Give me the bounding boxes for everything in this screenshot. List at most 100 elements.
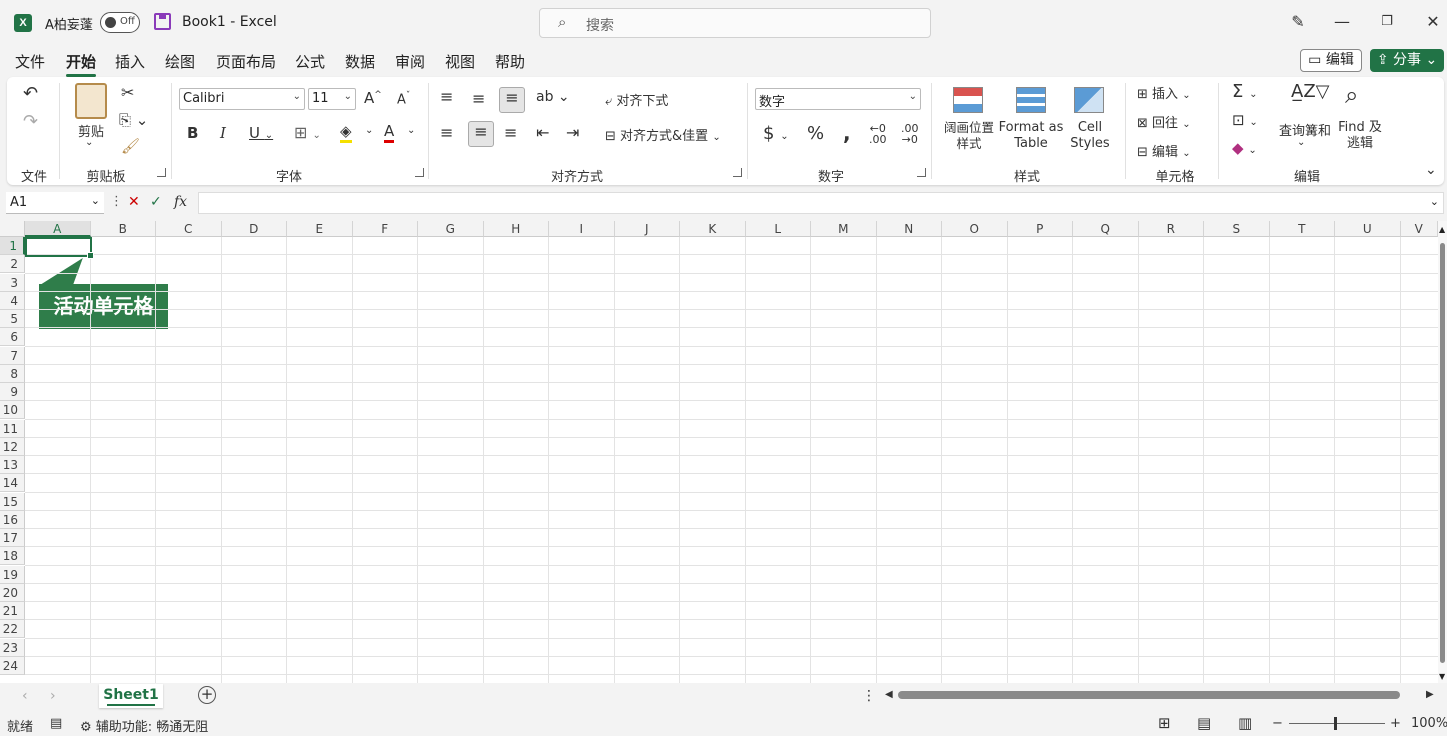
font-name-select[interactable]: Calibri ⌄ xyxy=(179,88,305,110)
macro-record-icon[interactable]: ▤ xyxy=(50,716,62,731)
row-header[interactable]: 23 xyxy=(0,638,25,657)
save-icon[interactable] xyxy=(154,13,171,30)
editing-mode-button[interactable]: ▭ 编辑 xyxy=(1300,49,1362,72)
column-header[interactable]: P xyxy=(1007,221,1073,237)
number-format-select[interactable]: 数字 ⌄ xyxy=(755,88,921,110)
orientation-icon[interactable]: ab ⌄ xyxy=(536,89,570,105)
select-all-corner[interactable] xyxy=(0,221,25,237)
insert-cells-button[interactable]: ⊞ 插入 ⌄ xyxy=(1137,83,1191,102)
copy-icon[interactable]: ⎘ ⌄ xyxy=(119,111,148,129)
delete-cells-button[interactable]: ⊠ 回往 ⌄ xyxy=(1137,112,1191,131)
horizontal-scroll-thumb[interactable] xyxy=(898,691,1400,699)
column-header[interactable]: V xyxy=(1400,221,1438,237)
tab-data[interactable]: 数据 xyxy=(345,51,375,72)
row-header[interactable]: 3 xyxy=(0,273,25,292)
row-header[interactable]: 18 xyxy=(0,547,25,566)
align-center-icon[interactable]: ≡ xyxy=(468,121,494,147)
accounting-format-icon[interactable]: $ ⌄ xyxy=(763,123,789,144)
format-as-table-label[interactable]: Format as Table xyxy=(998,120,1064,152)
row-header[interactable]: 19 xyxy=(0,565,25,584)
more-options-icon[interactable]: ⋮ xyxy=(862,688,876,704)
next-sheet-icon[interactable]: › xyxy=(50,688,56,704)
format-painter-icon[interactable]: 🖌 xyxy=(121,137,140,155)
row-header[interactable]: 13 xyxy=(0,456,25,474)
format-cells-button[interactable]: ⊟ 编辑 ⌄ xyxy=(1137,141,1191,160)
row-header[interactable]: 4 xyxy=(0,291,25,310)
find-select-label[interactable]: Find 及 逃辑 xyxy=(1337,120,1383,152)
conditional-formatting-label[interactable]: 阔画位置 样式 xyxy=(941,120,997,152)
font-color-icon[interactable]: A xyxy=(384,122,395,143)
pen-icon[interactable]: ✎ xyxy=(1283,10,1313,34)
collapse-ribbon-icon[interactable]: ⌄ xyxy=(1425,162,1437,178)
row-header[interactable]: 21 xyxy=(0,602,25,620)
fill-icon[interactable]: ⊡ ⌄ xyxy=(1232,111,1258,129)
align-bottom-icon[interactable]: ≡ xyxy=(499,87,525,113)
find-select-icon[interactable]: ⌕ xyxy=(1345,81,1358,109)
row-header[interactable]: 6 xyxy=(0,328,25,347)
row-header[interactable]: 15 xyxy=(0,492,25,511)
row-header[interactable]: 1 xyxy=(0,237,25,255)
increase-decimal-icon[interactable]: ←0.00 xyxy=(869,123,887,145)
scroll-down-icon[interactable]: ▼ xyxy=(1439,672,1445,681)
clipboard-launcher-icon[interactable] xyxy=(157,168,166,177)
chevron-down-icon[interactable]: ⌄ xyxy=(365,125,373,136)
row-header[interactable]: 12 xyxy=(0,437,25,456)
increase-font-icon[interactable]: A^ xyxy=(364,89,382,107)
fill-color-icon[interactable]: ◈ xyxy=(340,122,352,143)
row-header[interactable]: 2 xyxy=(0,255,25,274)
column-header[interactable]: O xyxy=(942,221,1008,237)
tab-insert[interactable]: 插入 xyxy=(115,51,145,72)
column-header[interactable]: F xyxy=(352,221,418,237)
percent-style-icon[interactable]: % xyxy=(807,123,824,144)
row-header[interactable]: 8 xyxy=(0,364,25,383)
chevron-down-icon[interactable]: ⌄ xyxy=(407,125,415,136)
column-header[interactable]: C xyxy=(156,221,222,237)
worksheet-grid[interactable]: 活动单元格 ▲ ▼ ABCDEFGHIJKLMNOPQRSTUV12345678… xyxy=(0,221,1447,683)
column-header[interactable]: Q xyxy=(1073,221,1139,237)
decrease-font-icon[interactable]: Aˇ xyxy=(397,91,410,107)
sheet-tab[interactable]: Sheet1 xyxy=(99,684,163,708)
close-button[interactable]: ✕ xyxy=(1418,10,1447,34)
tab-home[interactable]: 开始 xyxy=(66,51,97,77)
column-header[interactable]: D xyxy=(221,221,287,237)
autosum-icon[interactable]: Σ ⌄ xyxy=(1232,81,1258,102)
tab-formulas[interactable]: 公式 xyxy=(295,51,325,72)
zoom-level[interactable]: 100% xyxy=(1411,716,1447,731)
name-box[interactable]: A1 ⌄ xyxy=(6,192,104,214)
row-header[interactable]: 20 xyxy=(0,583,25,602)
zoom-in-icon[interactable]: + xyxy=(1390,716,1401,731)
column-header[interactable]: H xyxy=(483,221,549,237)
zoom-out-icon[interactable]: − xyxy=(1272,716,1283,731)
column-header[interactable]: B xyxy=(90,221,156,237)
align-middle-icon[interactable]: ≡ xyxy=(472,89,485,108)
align-top-icon[interactable]: ≡ xyxy=(440,87,453,106)
align-left-icon[interactable]: ≡ xyxy=(440,123,453,142)
cut-icon[interactable]: ✂ xyxy=(121,83,134,102)
column-header[interactable]: J xyxy=(614,221,680,237)
conditional-formatting-icon[interactable] xyxy=(953,87,983,113)
align-right-icon[interactable]: ≡ xyxy=(504,123,517,142)
tab-page-layout[interactable]: 页面布局 xyxy=(216,51,276,72)
column-header[interactable]: T xyxy=(1269,221,1335,237)
column-header[interactable]: K xyxy=(680,221,746,237)
format-as-table-icon[interactable] xyxy=(1016,87,1046,113)
column-header[interactable]: N xyxy=(876,221,942,237)
wrap-text-button[interactable]: ⤶ 对齐下式 xyxy=(605,90,668,109)
column-header[interactable]: A xyxy=(25,221,91,237)
scroll-left-icon[interactable]: ◀ xyxy=(885,689,893,700)
cell-styles-label[interactable]: Cell Styles xyxy=(1067,120,1113,152)
tab-view[interactable]: 视图 xyxy=(445,51,475,72)
borders-icon[interactable]: ⊞ ⌄ xyxy=(294,123,321,142)
column-header[interactable]: G xyxy=(418,221,484,237)
row-header[interactable]: 9 xyxy=(0,383,25,401)
share-button[interactable]: ⇪ 分事 ⌄ xyxy=(1370,49,1444,72)
column-header[interactable]: I xyxy=(549,221,615,237)
enter-icon[interactable]: ✓ xyxy=(150,194,162,210)
vertical-scroll-thumb[interactable] xyxy=(1440,243,1445,663)
page-break-view-icon[interactable]: ▥ xyxy=(1238,714,1252,732)
tab-file[interactable]: 文件 xyxy=(15,51,45,72)
more-options-icon[interactable]: ⋮ xyxy=(110,194,123,209)
underline-icon[interactable]: U ⌄ xyxy=(249,124,273,142)
formula-input[interactable]: ⌄ xyxy=(198,192,1444,214)
row-header[interactable]: 11 xyxy=(0,419,25,438)
